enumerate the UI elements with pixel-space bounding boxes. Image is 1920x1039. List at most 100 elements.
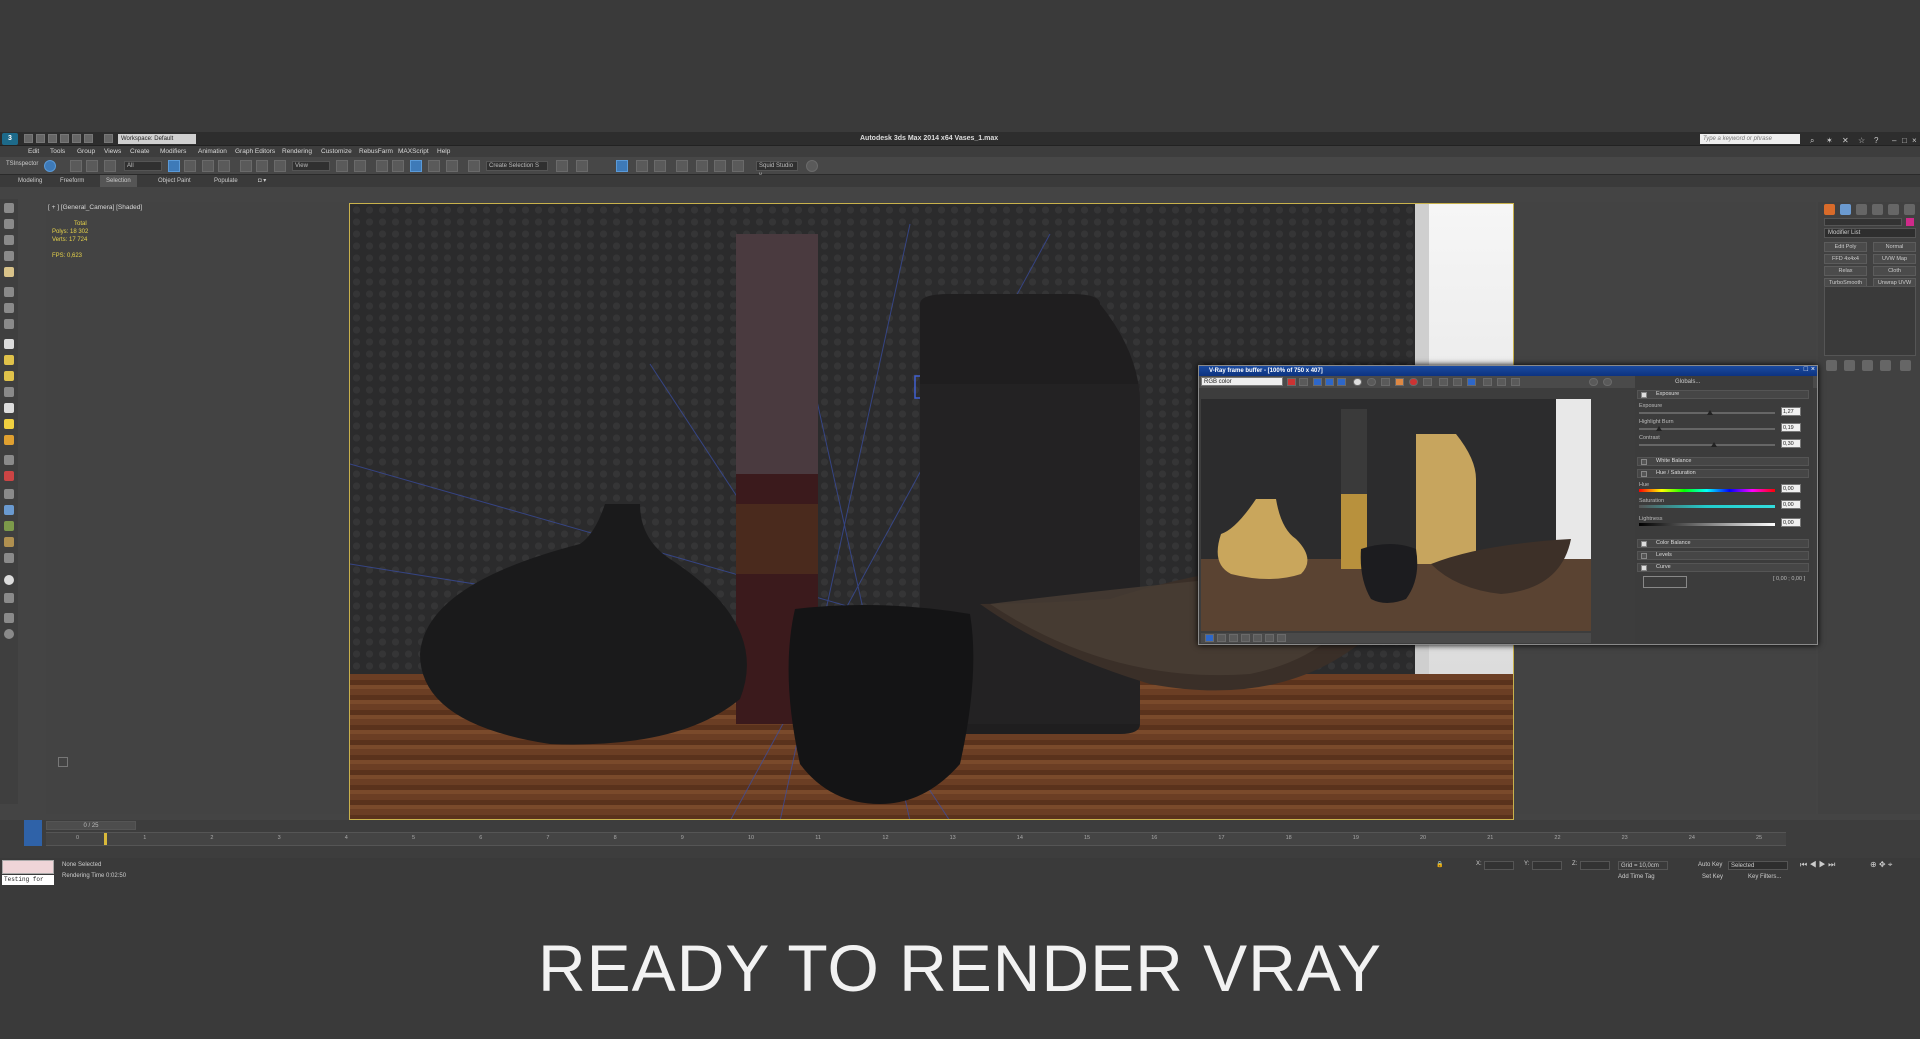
geometry-icon[interactable]	[4, 219, 14, 229]
vfb-load-icon[interactable]	[1299, 378, 1308, 386]
viewport-label[interactable]: [ + ] [General_Camera] [Shaded]	[48, 204, 142, 211]
modifier-ffd-button[interactable]: FFD 4x4x4	[1824, 254, 1867, 264]
vfb-alpha-icon[interactable]	[1353, 378, 1362, 386]
align-icon[interactable]	[556, 160, 568, 172]
mirror-icon[interactable]	[468, 160, 480, 172]
curve-section[interactable]: Curve	[1637, 563, 1809, 572]
plane-icon[interactable]	[4, 455, 14, 465]
unlink-icon[interactable]	[86, 160, 98, 172]
viewport-nav-icon[interactable]: ⊕ ✥ ⌖	[1870, 860, 1892, 870]
vfb-bottom-icc-icon[interactable]	[1253, 634, 1262, 642]
playback-controls-icon[interactable]: ⏮ ◀ ▶ ⏭	[1800, 860, 1835, 870]
vfb-render-image[interactable]	[1201, 399, 1591, 631]
configure-sets-icon[interactable]	[1900, 360, 1911, 371]
tab-modeling[interactable]: Modeling	[12, 175, 48, 187]
undo-icon[interactable]	[60, 134, 69, 143]
inspector-icon[interactable]	[44, 160, 56, 172]
vfb-channel-dropdown[interactable]: RGB color	[1201, 377, 1283, 386]
curve-graph[interactable]	[1643, 576, 1687, 588]
modifier-stack[interactable]	[1824, 286, 1916, 356]
tab-object-paint[interactable]: Object Paint	[152, 175, 197, 187]
spacewarps-icon[interactable]	[4, 303, 14, 313]
workspace-dropdown[interactable]: Workspace: Default	[118, 134, 196, 144]
menu-group[interactable]: Group	[77, 146, 95, 157]
vfb-bottom-rgb-icon[interactable]	[1205, 634, 1214, 642]
object-name-field[interactable]	[1824, 218, 1902, 226]
keyword-search-input[interactable]: Type a keyword or phrase	[1700, 134, 1800, 144]
modifier-normal-button[interactable]: Normal	[1873, 242, 1916, 252]
track-bar[interactable]: 0 1 2 3 4 5 6 7 8 9 10 11 12 13 14 15 16 17 18 19 20 21 22 23 24…	[46, 832, 1786, 846]
highlight-burn-slider[interactable]	[1639, 426, 1775, 431]
window-crossing-icon[interactable]	[218, 160, 230, 172]
edit-named-sel-icon[interactable]	[446, 160, 458, 172]
cylinder-icon[interactable]	[4, 371, 14, 381]
time-slider[interactable]: 0 / 25	[46, 821, 136, 830]
hold-icon[interactable]	[84, 134, 93, 143]
vfb-compare-icon[interactable]	[1511, 378, 1520, 386]
vfb-clear-icon[interactable]	[1409, 378, 1418, 386]
viewcube-icon[interactable]	[58, 757, 68, 767]
vfb-green-channel-icon[interactable]	[1325, 378, 1334, 386]
systems-icon[interactable]	[4, 319, 14, 329]
color-balance-checkbox[interactable]	[1641, 541, 1647, 547]
particle-icon[interactable]	[4, 471, 14, 481]
grid-icon[interactable]	[4, 593, 14, 603]
contrast-value-field[interactable]: 0,30	[1781, 439, 1801, 448]
modifier-relax-button[interactable]: Relax	[1824, 266, 1867, 276]
shapes-icon[interactable]	[4, 235, 14, 245]
curve-checkbox[interactable]	[1641, 565, 1647, 571]
key-filters-button[interactable]: Key Filters...	[1748, 874, 1781, 880]
scale-icon[interactable]	[274, 160, 286, 172]
cone-icon[interactable]	[4, 403, 14, 413]
vfb-globals-button[interactable]: Globals...	[1675, 379, 1700, 385]
select-by-name-icon[interactable]	[184, 160, 196, 172]
vfb-red-channel-icon[interactable]	[1313, 378, 1322, 386]
modifier-cloth-button[interactable]: Cloth	[1873, 266, 1916, 276]
light-bulb-icon[interactable]	[4, 435, 14, 445]
vfb-load-image-icon[interactable]	[1395, 378, 1404, 386]
help-circle-icon[interactable]	[4, 629, 14, 639]
menu-views[interactable]: Views	[104, 146, 121, 157]
stairs-icon[interactable]	[4, 553, 14, 563]
x-coord-field[interactable]	[1484, 861, 1514, 870]
rect-selection-icon[interactable]	[202, 160, 214, 172]
globe-icon[interactable]	[4, 505, 14, 515]
angle-snap-icon[interactable]	[392, 160, 404, 172]
schematic-view-icon[interactable]	[654, 160, 666, 172]
exposure-slider[interactable]	[1639, 410, 1775, 415]
vfb-stop-icon[interactable]	[1603, 378, 1612, 386]
sun-icon[interactable]	[4, 419, 14, 429]
white-balance-section[interactable]: White Balance	[1637, 457, 1809, 466]
spinner-snap-icon[interactable]	[428, 160, 440, 172]
vfb-bottom-clamp-icon[interactable]	[1265, 634, 1274, 642]
menu-edit[interactable]: Edit	[28, 146, 39, 157]
vfb-save-icon[interactable]	[1287, 378, 1296, 386]
character-icon[interactable]	[4, 537, 14, 547]
hue-saturation-section[interactable]: Hue / Saturation	[1637, 469, 1809, 478]
project-folder-icon[interactable]	[104, 134, 113, 143]
vfb-close-icon[interactable]: ×	[1811, 366, 1815, 373]
hue-slider[interactable]	[1639, 489, 1775, 492]
selection-filter-dropdown[interactable]: All	[124, 161, 162, 171]
ribbon-options-icon[interactable]: ◘ ▾	[252, 175, 272, 187]
redo-icon[interactable]	[72, 134, 81, 143]
vfb-link-icon[interactable]	[1467, 378, 1476, 386]
app-logo-icon[interactable]: 3	[2, 133, 18, 145]
display-tab-icon[interactable]	[1888, 204, 1899, 215]
cameras-icon[interactable]	[4, 267, 14, 277]
lights-icon[interactable]	[4, 251, 14, 261]
highlight-burn-value-field[interactable]: 0,19	[1781, 423, 1801, 432]
exposure-checkbox[interactable]	[1641, 392, 1647, 398]
white-balance-checkbox[interactable]	[1641, 459, 1647, 465]
box-icon[interactable]	[4, 339, 14, 349]
menu-graph-editors[interactable]: Graph Editors	[235, 146, 275, 157]
move-icon[interactable]	[240, 160, 252, 172]
pin-stack-icon[interactable]	[1826, 360, 1837, 371]
menu-rebusfarm[interactable]: RebusFarm	[359, 146, 393, 157]
vfb-duplicate-icon[interactable]	[1423, 378, 1432, 386]
info-icon[interactable]	[4, 613, 14, 623]
scene-explorer-icon[interactable]	[616, 160, 628, 172]
snap-toggle-icon[interactable]	[376, 160, 388, 172]
sphere-icon[interactable]	[4, 355, 14, 365]
set-key-button[interactable]: Set Key	[1702, 874, 1723, 880]
